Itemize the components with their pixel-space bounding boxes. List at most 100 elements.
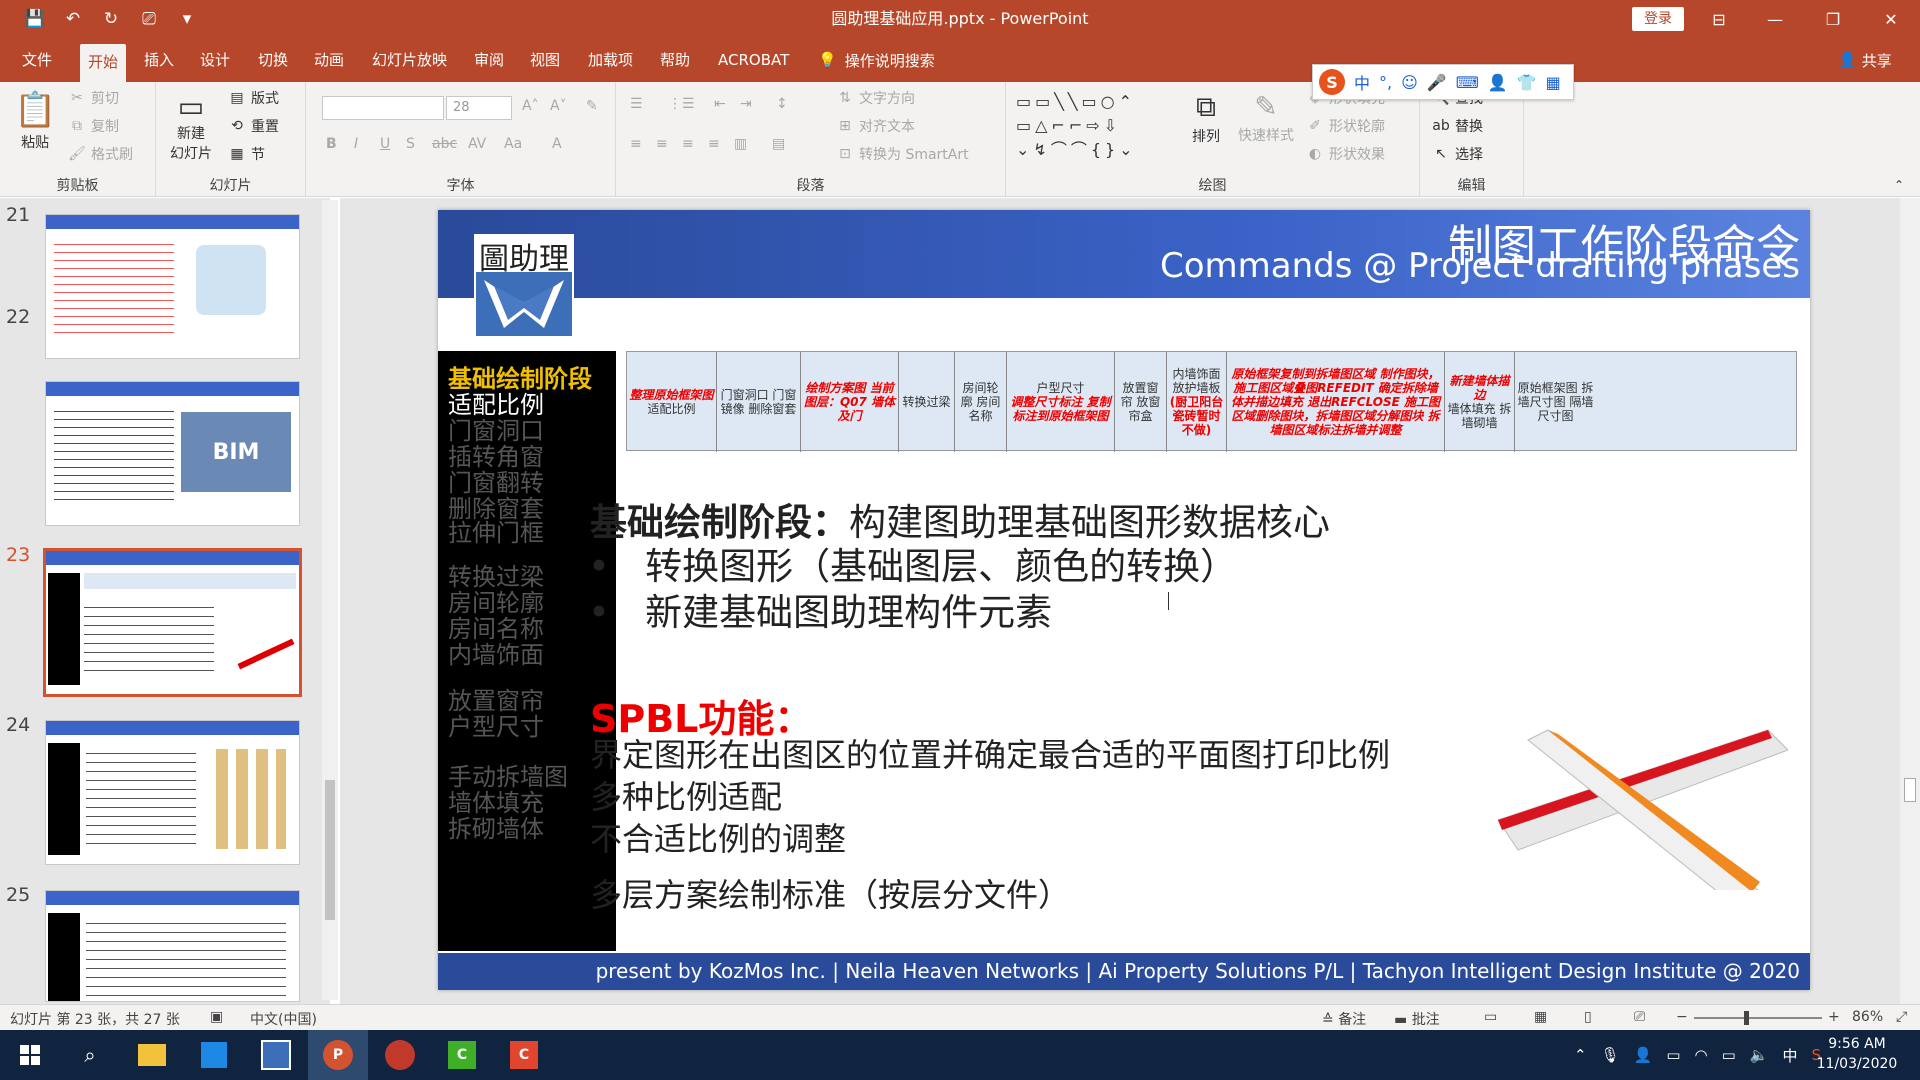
tab-animations[interactable]: 动画 <box>306 38 352 82</box>
tray-chevron-icon[interactable]: ⌃ <box>1574 1046 1587 1064</box>
ime-voice-icon[interactable]: 🎤 <box>1427 73 1447 92</box>
arrange-button[interactable]: ⧉ 排列 <box>1192 90 1220 146</box>
grow-font-icon[interactable]: A˄ <box>522 98 539 114</box>
distribute-icon[interactable]: ▤ <box>772 136 785 152</box>
powerpoint-taskbar-icon[interactable]: P <box>308 1030 368 1080</box>
network-icon[interactable]: ▭ <box>1722 1046 1736 1064</box>
clock[interactable]: 9:56 AM 11/03/2020 <box>1812 1034 1902 1074</box>
thumbnail-scrollbar[interactable] <box>322 200 338 1000</box>
spellcheck-icon[interactable]: ▣ <box>210 1009 223 1025</box>
minimize-button[interactable]: — <box>1752 0 1798 38</box>
slide-thumbnail-24[interactable] <box>45 720 300 865</box>
numbering-icon[interactable]: ⋮☰ <box>668 96 695 112</box>
ime-emoji-icon[interactable]: ☺ <box>1401 73 1418 92</box>
undo-icon[interactable]: ↶ <box>60 6 86 32</box>
camtasia-green-icon[interactable]: C <box>432 1030 492 1080</box>
slide-sorter-icon[interactable]: ▦ <box>1534 1009 1547 1025</box>
char-spacing-icon[interactable]: AV <box>468 136 486 152</box>
slideshow-view-icon[interactable]: ⎚ <box>1634 1009 1645 1025</box>
zoom-out-icon[interactable]: − <box>1676 1009 1688 1025</box>
tab-addins[interactable]: 加载项 <box>580 38 641 82</box>
ime-chinese-mode[interactable]: 中 <box>1354 70 1370 94</box>
bold-icon[interactable]: B <box>326 136 337 152</box>
align-text-button[interactable]: ⊞ 对齐文本 <box>836 116 915 136</box>
current-slide[interactable]: 制图工作阶段命令 Commands @ Project drafting pha… <box>438 210 1810 990</box>
customize-qat-icon[interactable]: ▾ <box>174 6 200 32</box>
ime-punctuation-icon[interactable]: °, <box>1379 73 1392 92</box>
replace-button[interactable]: ab 替换 <box>1432 116 1483 136</box>
columns-icon[interactable]: ▥ <box>734 136 747 152</box>
underline-icon[interactable]: U <box>380 136 390 152</box>
editor-scrollbar[interactable] <box>1900 198 1920 1004</box>
reset-button[interactable]: ⟲ 重置 <box>228 116 279 136</box>
zoom-slider-thumb[interactable] <box>1744 1011 1749 1025</box>
ime-toolbar[interactable]: S 中 °, ☺ 🎤 ⌨ 👤 👕 ▦ <box>1312 64 1574 100</box>
tab-help[interactable]: 帮助 <box>652 38 698 82</box>
login-button[interactable]: 登录 <box>1632 7 1684 31</box>
select-button[interactable]: ↖ 选择 <box>1432 144 1483 164</box>
shapes-gallery[interactable]: ▭▭╲╲▭○⌃ ▭△⌐⌐⇨⇩ ⌄↯⌒⌒{}⌄ <box>1016 90 1176 162</box>
ribbon-display-options-icon[interactable]: ⊟ <box>1696 0 1742 38</box>
bullets-icon[interactable]: ☰ <box>630 96 643 112</box>
italic-icon[interactable]: I <box>354 136 358 152</box>
scrollbar-thumb[interactable] <box>1904 778 1916 802</box>
battery-icon[interactable]: ▭ <box>1666 1046 1680 1064</box>
close-button[interactable]: ✕ <box>1868 0 1914 38</box>
share-button[interactable]: 👤 共享 <box>1838 38 1892 82</box>
tab-view[interactable]: 视图 <box>522 38 568 82</box>
tab-transitions[interactable]: 切换 <box>250 38 296 82</box>
increase-indent-icon[interactable]: ⇥ <box>740 96 752 112</box>
line-spacing-icon[interactable]: ↕ <box>776 96 788 112</box>
collapse-ribbon-icon[interactable]: ⌃ <box>1894 178 1904 192</box>
redo-icon[interactable]: ↻ <box>98 6 124 32</box>
reading-view-icon[interactable]: ▯ <box>1584 1009 1592 1025</box>
search-icon[interactable]: ⌕ <box>60 1030 120 1080</box>
ime-skin-icon[interactable]: 👕 <box>1517 73 1537 92</box>
slide-thumbnail-23[interactable] <box>43 548 302 697</box>
smartart-button[interactable]: ⊡ 转换为 SmartArt <box>836 144 969 164</box>
zoom-in-icon[interactable]: + <box>1828 1009 1840 1025</box>
wifi-icon[interactable]: ◠ <box>1695 1046 1708 1064</box>
text-direction-button[interactable]: ⇅ 文字方向 <box>836 88 915 108</box>
ime-lang-indicator[interactable]: 中 <box>1782 1045 1797 1066</box>
align-center-icon[interactable]: ≡ <box>656 136 668 152</box>
user-tray-icon[interactable]: 👤 <box>1634 1046 1653 1064</box>
shadow-icon[interactable]: S <box>406 136 415 152</box>
paste-button[interactable]: 📋 粘贴 <box>14 90 56 152</box>
fit-to-window-icon[interactable]: ⤢ <box>1896 1009 1907 1025</box>
shape-effects-button[interactable]: ◐ 形状效果 <box>1306 144 1385 164</box>
layout-button[interactable]: ▤ 版式 <box>228 88 279 108</box>
language-indicator[interactable]: 中文(中国) <box>250 1009 317 1029</box>
ime-user-icon[interactable]: 👤 <box>1488 73 1508 92</box>
file-explorer-icon[interactable] <box>122 1030 182 1080</box>
slide-count[interactable]: 幻灯片 第 23 张，共 27 张 <box>10 1009 180 1029</box>
font-family-combo[interactable] <box>322 96 444 120</box>
align-right-icon[interactable]: ≡ <box>682 136 694 152</box>
slide-thumbnail-22[interactable]: BIM <box>45 381 300 526</box>
zoom-level[interactable]: 86% <box>1852 1009 1883 1025</box>
tab-acrobat[interactable]: ACROBAT <box>710 38 797 82</box>
shape-outline-button[interactable]: ✐ 形状轮廓 <box>1306 116 1385 136</box>
section-button[interactable]: ▦ 节 <box>228 144 265 164</box>
save-icon[interactable]: 💾 <box>22 6 48 32</box>
zoom-slider[interactable] <box>1694 1011 1822 1025</box>
tab-insert[interactable]: 插入 <box>136 38 182 82</box>
font-size-combo[interactable]: 28 <box>446 96 512 120</box>
microphone-icon[interactable]: 🎙 <box>1601 1046 1620 1064</box>
font-color-icon[interactable]: A <box>552 136 562 152</box>
comments-button[interactable]: ▬ 批注 <box>1394 1009 1440 1029</box>
align-left-icon[interactable]: ≡ <box>630 136 642 152</box>
decrease-indent-icon[interactable]: ⇤ <box>714 96 726 112</box>
tab-file[interactable]: 文件 <box>14 38 60 82</box>
store-icon[interactable] <box>184 1030 244 1080</box>
new-slide-button[interactable]: ▭ 新建 幻灯片 <box>170 90 212 163</box>
normal-view-icon[interactable]: ▭ <box>1484 1009 1497 1025</box>
present-from-start-icon[interactable]: ⎚ <box>136 6 162 32</box>
tell-me-search[interactable]: 💡 操作说明搜索 <box>818 38 935 82</box>
tab-review[interactable]: 审阅 <box>466 38 512 82</box>
browser-icon[interactable] <box>370 1030 430 1080</box>
scrollbar-thumb[interactable] <box>325 780 335 920</box>
change-case-icon[interactable]: Aa <box>504 136 522 152</box>
shrink-font-icon[interactable]: A˅ <box>550 98 567 114</box>
format-painter-button[interactable]: 🖌 格式刷 <box>68 144 133 164</box>
